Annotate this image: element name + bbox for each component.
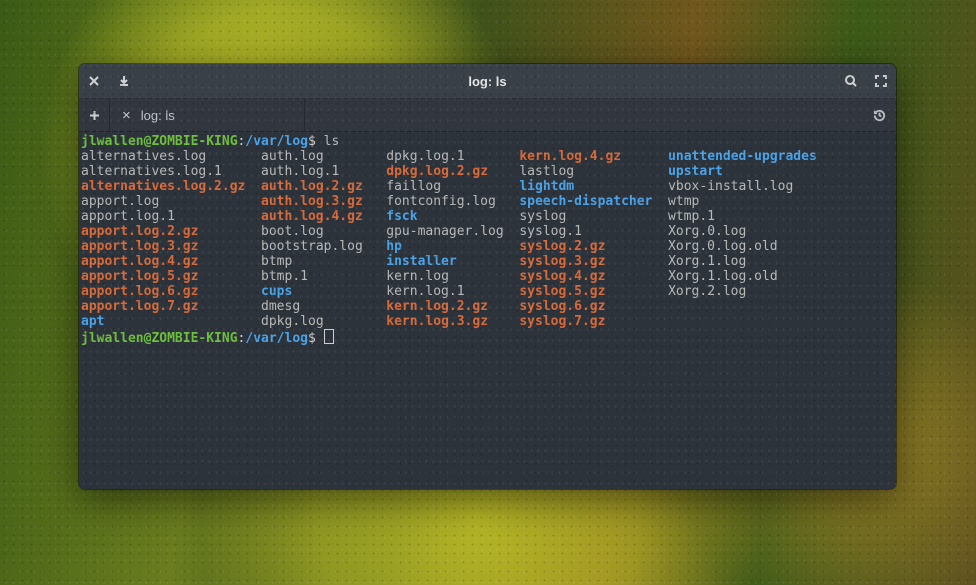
terminal-output-line: alternatives.log auth.log dpkg.log.1 ker… (81, 149, 896, 164)
ls-entry: speech-dispatcher (519, 194, 652, 209)
plus-icon (88, 109, 101, 122)
ls-entry: syslog.7.gz (519, 314, 605, 329)
terminal-output-line: apport.log.7.gz dmesg kern.log.2.gz sysl… (81, 299, 896, 314)
ls-entry: apport.log.2.gz (81, 224, 198, 239)
ls-entry: upstart (668, 164, 723, 179)
ls-entry: apport.log.3.gz (81, 239, 198, 254)
ls-entry: dpkg.log.1 (386, 149, 464, 164)
ls-entry: dmesg (261, 299, 300, 314)
ls-entry: apport.log.7.gz (81, 299, 198, 314)
terminal-output-line: apt dpkg.log kern.log.3.gz syslog.7.gz (81, 314, 896, 329)
tab-close-button[interactable]: × (122, 108, 131, 123)
ls-entry: wtmp (668, 194, 699, 209)
ls-entry: alternatives.log.1 (81, 164, 222, 179)
terminal-output-line: apport.log.3.gz bootstrap.log hp syslog.… (81, 239, 896, 254)
download-icon (117, 74, 131, 88)
ls-entry: auth.log.4.gz (261, 209, 363, 224)
ls-entry: cups (261, 284, 292, 299)
history-button[interactable] (862, 99, 896, 131)
terminal-output-line: apport.log.5.gz btmp.1 kern.log syslog.4… (81, 269, 896, 284)
ls-entry: apport.log.1 (81, 209, 175, 224)
fullscreen-icon (874, 74, 888, 88)
ls-entry: kern.log.4.gz (519, 149, 621, 164)
ls-entry: installer (386, 254, 456, 269)
ls-entry: Xorg.1.log (668, 254, 746, 269)
ls-entry: boot.log (261, 224, 324, 239)
terminal-prompt-line: jlwallen@ZOMBIE-KING:/var/log$ (81, 329, 896, 346)
search-button[interactable] (836, 64, 866, 98)
terminal-output-line: apport.log auth.log.3.gz fontconfig.log … (81, 194, 896, 209)
ls-entry: bootstrap.log (261, 239, 363, 254)
ls-entry: apport.log.5.gz (81, 269, 198, 284)
terminal-cursor (324, 329, 334, 344)
ls-entry: dpkg.log.2.gz (386, 164, 488, 179)
history-icon (872, 108, 887, 123)
terminal-prompt-line: jlwallen@ZOMBIE-KING:/var/log$ ls (81, 134, 896, 149)
ls-entry: faillog (386, 179, 441, 194)
ls-entry: lastlog (519, 164, 574, 179)
terminal-output-line: apport.log.1 auth.log.4.gz fsck syslog w… (81, 209, 896, 224)
ls-entry: alternatives.log (81, 149, 206, 164)
ls-entry: auth.log.2.gz (261, 179, 363, 194)
window-title: log: ls (139, 74, 836, 89)
ls-entry: syslog (519, 209, 566, 224)
tab-label: log: ls (141, 108, 175, 123)
ls-entry: kern.log.3.gz (386, 314, 488, 329)
ls-entry: syslog.3.gz (519, 254, 605, 269)
terminal-output-line: alternatives.log.1 auth.log.1 dpkg.log.2… (81, 164, 896, 179)
ls-entry: auth.log.3.gz (261, 194, 363, 209)
tabbar-spacer (305, 99, 862, 131)
ls-entry: apport.log.6.gz (81, 284, 198, 299)
ls-entry: unattended-upgrades (668, 149, 817, 164)
ls-entry: kern.log.2.gz (386, 299, 488, 314)
terminal-viewport[interactable]: jlwallen@ZOMBIE-KING:/var/log$ lsalterna… (79, 132, 896, 489)
ls-entry: fontconfig.log (386, 194, 496, 209)
window-close-button[interactable] (79, 64, 109, 98)
ls-entry: lightdm (519, 179, 574, 194)
tab-active[interactable]: × log: ls (110, 99, 305, 131)
tabbar: × log: ls (79, 99, 896, 132)
ls-entry: syslog.6.gz (519, 299, 605, 314)
terminal-output-line: apport.log.4.gz btmp installer syslog.3.… (81, 254, 896, 269)
ls-entry: syslog.4.gz (519, 269, 605, 284)
close-icon (87, 74, 101, 88)
ls-entry: apt (81, 314, 104, 329)
ls-entry: btmp.1 (261, 269, 308, 284)
ls-entry: apport.log (81, 194, 159, 209)
ls-entry: hp (386, 239, 402, 254)
ls-entry: kern.log (386, 269, 449, 284)
terminal-window: log: ls × log: ls jlwallen@ZOMBIE-KING:/… (79, 64, 896, 489)
new-tab-button[interactable] (79, 99, 110, 131)
ls-entry: auth.log.1 (261, 164, 339, 179)
ls-entry: syslog.5.gz (519, 284, 605, 299)
ls-entry: btmp (261, 254, 292, 269)
ls-entry: Xorg.0.log (668, 224, 746, 239)
ls-entry: alternatives.log.2.gz (81, 179, 245, 194)
ls-entry: syslog.2.gz (519, 239, 605, 254)
ls-entry: syslog.1 (519, 224, 582, 239)
ls-entry: Xorg.2.log (668, 284, 746, 299)
ls-entry: Xorg.1.log.old (668, 269, 778, 284)
ls-entry: Xorg.0.log.old (668, 239, 778, 254)
ls-entry: apport.log.4.gz (81, 254, 198, 269)
ls-entry: kern.log.1 (386, 284, 464, 299)
ls-entry: gpu-manager.log (386, 224, 503, 239)
ls-entry: auth.log (261, 149, 324, 164)
titlebar: log: ls (79, 64, 896, 99)
terminal-output-line: apport.log.6.gz cups kern.log.1 syslog.5… (81, 284, 896, 299)
terminal-output-line: alternatives.log.2.gz auth.log.2.gz fail… (81, 179, 896, 194)
ls-entry: wtmp.1 (668, 209, 715, 224)
ls-entry: vbox-install.log (668, 179, 793, 194)
ls-entry: dpkg.log (261, 314, 324, 329)
search-icon (844, 74, 858, 88)
download-button[interactable] (109, 64, 139, 98)
fullscreen-button[interactable] (866, 64, 896, 98)
ls-entry: fsck (386, 209, 417, 224)
terminal-output-line: apport.log.2.gz boot.log gpu-manager.log… (81, 224, 896, 239)
